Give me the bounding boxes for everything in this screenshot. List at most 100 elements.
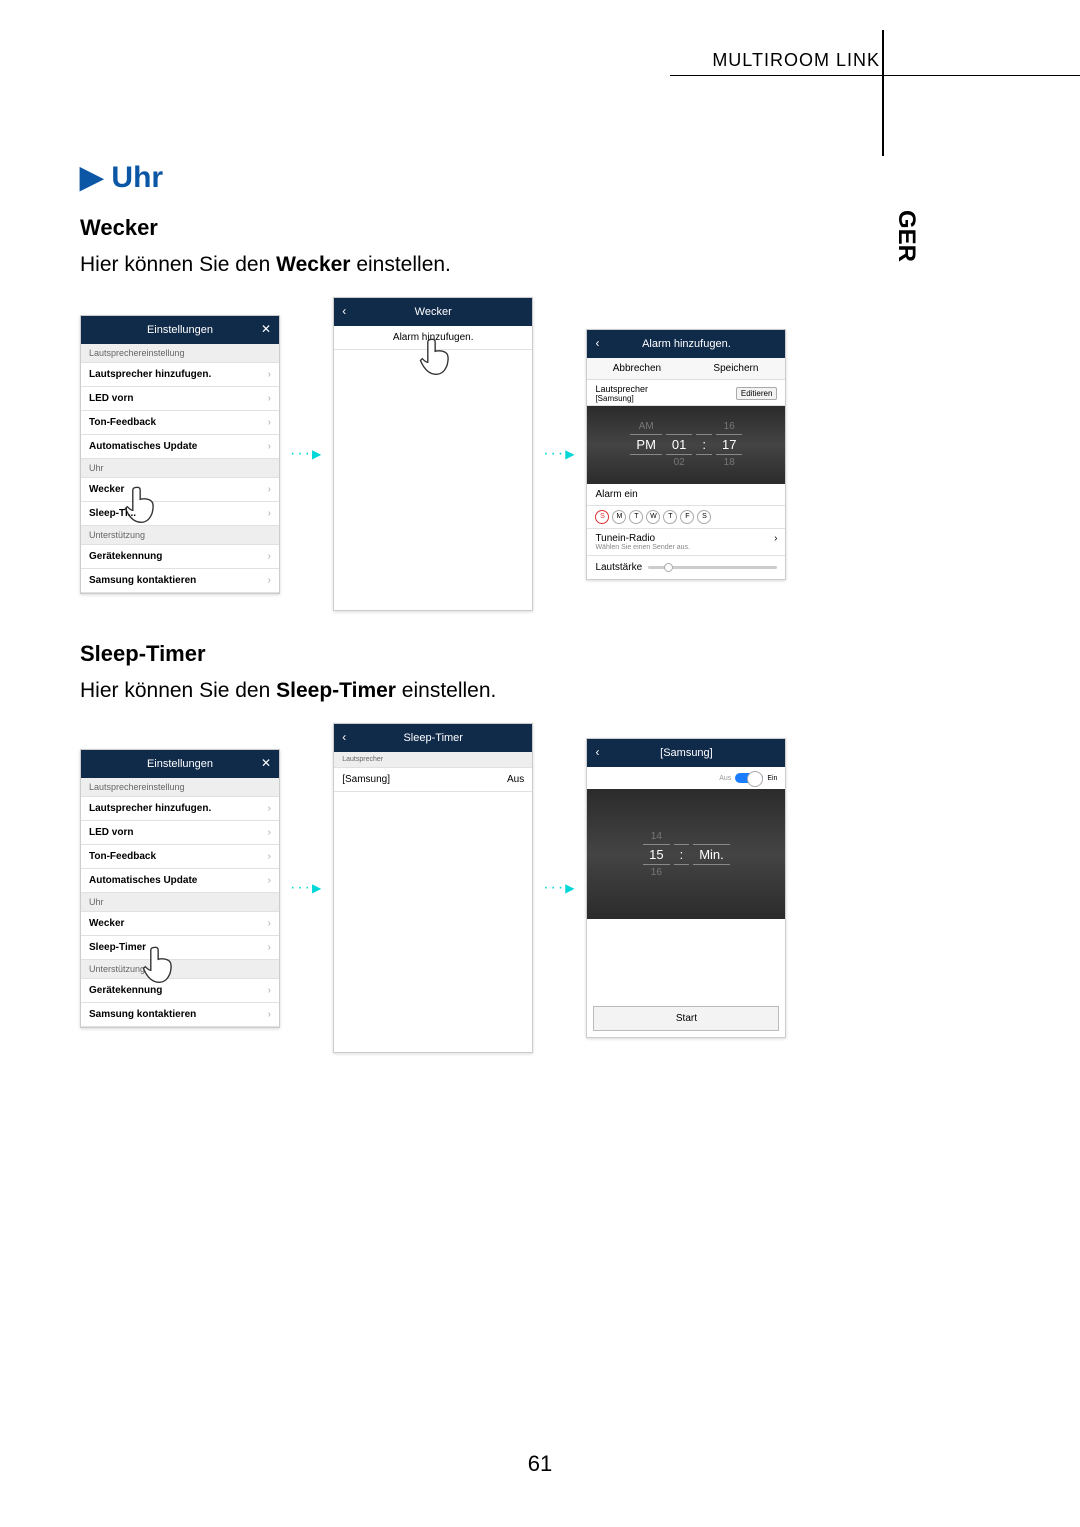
item-autoupdate[interactable]: Automatisches Update›: [81, 435, 279, 459]
wecker-flow-row: Einstellungen ✕ Lautsprechereinstellung …: [80, 297, 1000, 611]
item-sleeptimer[interactable]: Sleep-Timer›: [81, 936, 279, 960]
day-selector[interactable]: S M T W T F S: [587, 506, 785, 529]
app-header-title: [Samsung]: [660, 747, 713, 759]
app-header-title: Wecker: [415, 306, 452, 318]
app-header: ‹ [Samsung]: [587, 739, 785, 767]
chevron-right-icon: ›: [268, 551, 271, 562]
app-header: Einstellungen ✕: [81, 750, 279, 778]
chevron-right-icon: ›: [268, 393, 271, 404]
phone-wecker-list: ‹ Wecker Alarm hinzufugen.: [333, 297, 533, 611]
section-label-support: Unterstützung: [81, 960, 279, 979]
speaker-label: Lautsprecher: [595, 384, 648, 394]
toggle-on-label: Ein: [767, 775, 777, 782]
flow-arrow-icon: ···: [290, 445, 323, 463]
phone-sleep-list: ‹ Sleep-Timer Lautsprecher [Samsung]Aus: [333, 723, 533, 1053]
volume-label: Lautstärke: [595, 562, 642, 573]
app-header: Einstellungen ✕: [81, 316, 279, 344]
app-header: ‹ Alarm hinzufugen.: [587, 330, 785, 358]
chevron-right-icon: ›: [268, 575, 271, 586]
item-contact[interactable]: Samsung kontaktieren›: [81, 1003, 279, 1027]
back-icon[interactable]: ‹: [595, 336, 599, 350]
page-edge-rule: [882, 30, 884, 156]
sleep-speaker-row[interactable]: [Samsung]Aus: [334, 768, 532, 792]
back-icon[interactable]: ‹: [342, 730, 346, 744]
day-s[interactable]: S: [595, 510, 609, 524]
item-tonfb[interactable]: Ton-Feedback›: [81, 411, 279, 435]
chevron-right-icon: ›: [774, 533, 777, 551]
section-desc-sleep: Hier können Sie den Sleep-Timer einstell…: [80, 679, 1000, 703]
add-alarm-row[interactable]: Alarm hinzufugen.: [334, 326, 532, 350]
page-title-text: Uhr: [111, 161, 163, 194]
app-header-title: Einstellungen: [147, 758, 213, 770]
time-picker[interactable]: AMPM 0102 : 161718: [587, 406, 785, 484]
sleep-flow-row: Einstellungen ✕ Lautsprechereinstellung …: [80, 723, 1000, 1053]
chevron-right-icon: ▶: [80, 161, 103, 194]
chevron-right-icon: ›: [268, 369, 271, 380]
phone-alarm-add: ‹ Alarm hinzufugen. Abbrechen Speichern …: [586, 329, 786, 580]
day-m[interactable]: M: [612, 510, 626, 524]
section-desc-wecker: Hier können Sie den Wecker einstellen.: [80, 253, 1000, 277]
item-sleeptimer[interactable]: Sleep-Ti...›: [81, 502, 279, 526]
app-header-title: Alarm hinzufugen.: [642, 338, 731, 350]
section-label-speaker: Lautsprechereinstellung: [81, 778, 279, 797]
flow-arrow-icon: ···: [543, 879, 576, 897]
day-t2[interactable]: T: [663, 510, 677, 524]
section-label-uhr: Uhr: [81, 893, 279, 912]
phone-samsung-timer: ‹ [Samsung] Aus Ein 141516 : Min. Start: [586, 738, 786, 1038]
day-t[interactable]: T: [629, 510, 643, 524]
item-led[interactable]: LED vorn›: [81, 387, 279, 411]
volume-row: Lautstärke: [587, 556, 785, 579]
toggle-switch[interactable]: [735, 773, 763, 783]
day-f[interactable]: F: [680, 510, 694, 524]
item-wecker[interactable]: Wecker›: [81, 912, 279, 936]
cancel-button[interactable]: Abbrechen: [587, 358, 686, 379]
item-contact[interactable]: Samsung kontaktieren›: [81, 569, 279, 593]
flow-arrow-icon: ···: [543, 445, 576, 463]
flow-arrow-icon: ···: [290, 879, 323, 897]
item-led[interactable]: LED vorn›: [81, 821, 279, 845]
chevron-right-icon: ›: [268, 508, 271, 519]
app-header: ‹ Wecker: [334, 298, 532, 326]
section-label: Lautsprecher: [334, 752, 532, 768]
item-tonfb[interactable]: Ton-Feedback›: [81, 845, 279, 869]
language-tab: GER: [892, 210, 920, 262]
item-wecker[interactable]: Wecker›: [81, 478, 279, 502]
toggle-row: Aus Ein: [587, 767, 785, 789]
item-device[interactable]: Gerätekennung›: [81, 979, 279, 1003]
section-heading-sleep: Sleep-Timer: [80, 641, 1000, 667]
start-button[interactable]: Start: [593, 1006, 779, 1031]
item-add-speaker[interactable]: Lautsprecher hinzufugen.›: [81, 797, 279, 821]
section-label-support: Unterstützung: [81, 526, 279, 545]
back-icon[interactable]: ‹: [595, 745, 599, 759]
volume-slider[interactable]: [648, 566, 777, 569]
section-label-uhr: Uhr: [81, 459, 279, 478]
edit-button[interactable]: Editieren: [736, 387, 778, 400]
close-icon[interactable]: ✕: [261, 322, 271, 336]
phone-settings-2: Einstellungen ✕ Lautsprechereinstellung …: [80, 749, 280, 1028]
item-add-speaker[interactable]: Lautsprecher hinzufugen.›: [81, 363, 279, 387]
back-icon[interactable]: ‹: [342, 304, 346, 318]
page-number: 61: [528, 1451, 552, 1477]
item-device[interactable]: Gerätekennung›: [81, 545, 279, 569]
app-header: ‹ Sleep-Timer: [334, 724, 532, 752]
tunein-row[interactable]: Tunein-RadioWählen Sie einen Sender aus.…: [587, 529, 785, 556]
phone-settings-1: Einstellungen ✕ Lautsprechereinstellung …: [80, 315, 280, 594]
app-header-title: Einstellungen: [147, 324, 213, 336]
speaker-row: Lautsprecher [Samsung] Editieren: [587, 380, 785, 406]
page-title: ▶ Uhr: [80, 160, 1000, 195]
section-label-speaker: Lautsprechereinstellung: [81, 344, 279, 363]
item-autoupdate[interactable]: Automatisches Update›: [81, 869, 279, 893]
app-header-title: Sleep-Timer: [403, 732, 463, 744]
speaker-value: [Samsung]: [595, 394, 648, 403]
minute-picker[interactable]: 141516 : Min.: [587, 789, 785, 919]
header-rule: MULTIROOM LINK: [670, 50, 1080, 76]
toggle-off-label: Aus: [719, 775, 731, 782]
day-w[interactable]: W: [646, 510, 660, 524]
topbar-actions: Abbrechen Speichern: [587, 358, 785, 380]
close-icon[interactable]: ✕: [261, 756, 271, 770]
section-heading-wecker: Wecker: [80, 215, 1000, 241]
chevron-right-icon: ›: [268, 417, 271, 428]
chevron-right-icon: ›: [268, 484, 271, 495]
day-s2[interactable]: S: [697, 510, 711, 524]
save-button[interactable]: Speichern: [686, 358, 785, 379]
